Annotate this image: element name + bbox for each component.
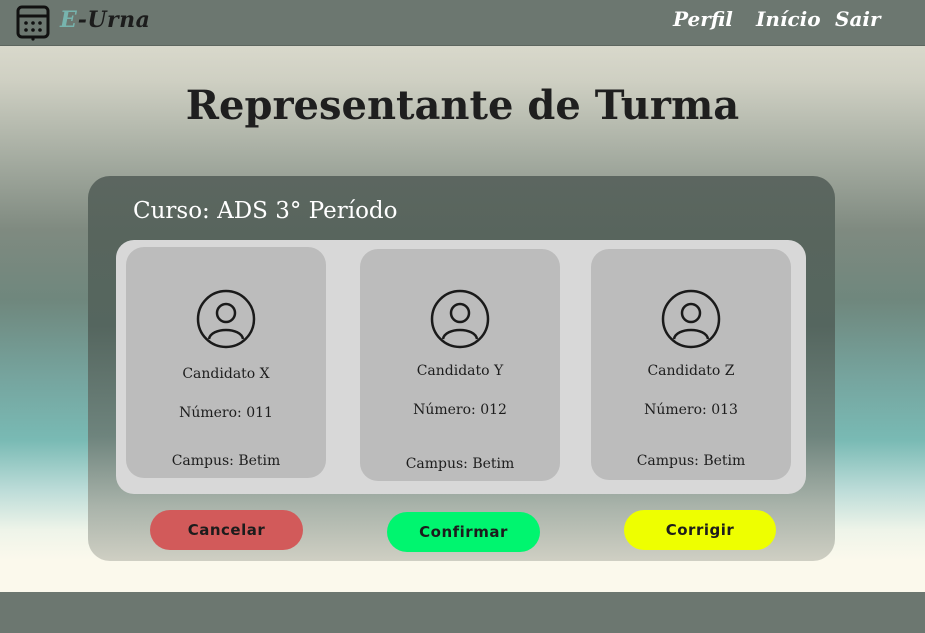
- candidate-campus: Campus: Betim: [636, 453, 746, 469]
- candidate-name: Candidato X: [182, 366, 270, 382]
- ballot-box-icon[interactable]: [16, 5, 50, 41]
- brand-name[interactable]: E-Urna: [60, 7, 150, 33]
- candidate-card-x[interactable]: Candidato X Número: 011 Campus: Betim: [126, 247, 326, 478]
- user-avatar-icon: [196, 289, 256, 349]
- nav-link-inicio[interactable]: Início: [756, 7, 821, 31]
- candidate-campus: Campus: Betim: [171, 453, 281, 469]
- candidate-card-y[interactable]: Candidato Y Número: 012 Campus: Betim: [360, 249, 560, 481]
- correct-button[interactable]: Corrigir: [624, 510, 776, 550]
- course-label: Curso: ADS 3° Período: [133, 198, 398, 224]
- brand-suffix: -Urna: [77, 7, 151, 33]
- nav-link-sair[interactable]: Sair: [835, 7, 881, 31]
- candidate-name: Candidato Z: [647, 363, 735, 379]
- candidate-number: Número: 013: [644, 402, 738, 418]
- user-avatar-icon: [430, 289, 490, 349]
- footer-bar: [0, 592, 925, 633]
- voting-panel: Curso: ADS 3° Período Candidato X Número…: [88, 176, 835, 561]
- candidate-name: Candidato Y: [416, 363, 504, 379]
- user-avatar-icon: [661, 289, 721, 349]
- top-navbar: E-Urna Perfil Início Sair: [0, 0, 925, 46]
- candidate-campus: Campus: Betim: [405, 456, 515, 472]
- confirm-button[interactable]: Confirmar: [387, 512, 540, 552]
- nav-link-perfil[interactable]: Perfil: [673, 7, 733, 31]
- candidate-number: Número: 011: [179, 405, 273, 421]
- brand-prefix: E: [60, 7, 78, 33]
- candidate-number: Número: 012: [413, 402, 507, 418]
- cancel-button[interactable]: Cancelar: [150, 510, 303, 550]
- page-title: Representante de Turma: [185, 82, 740, 129]
- candidates-container: Candidato X Número: 011 Campus: Betim Ca…: [116, 240, 806, 494]
- candidate-card-z[interactable]: Candidato Z Número: 013 Campus: Betim: [591, 249, 791, 480]
